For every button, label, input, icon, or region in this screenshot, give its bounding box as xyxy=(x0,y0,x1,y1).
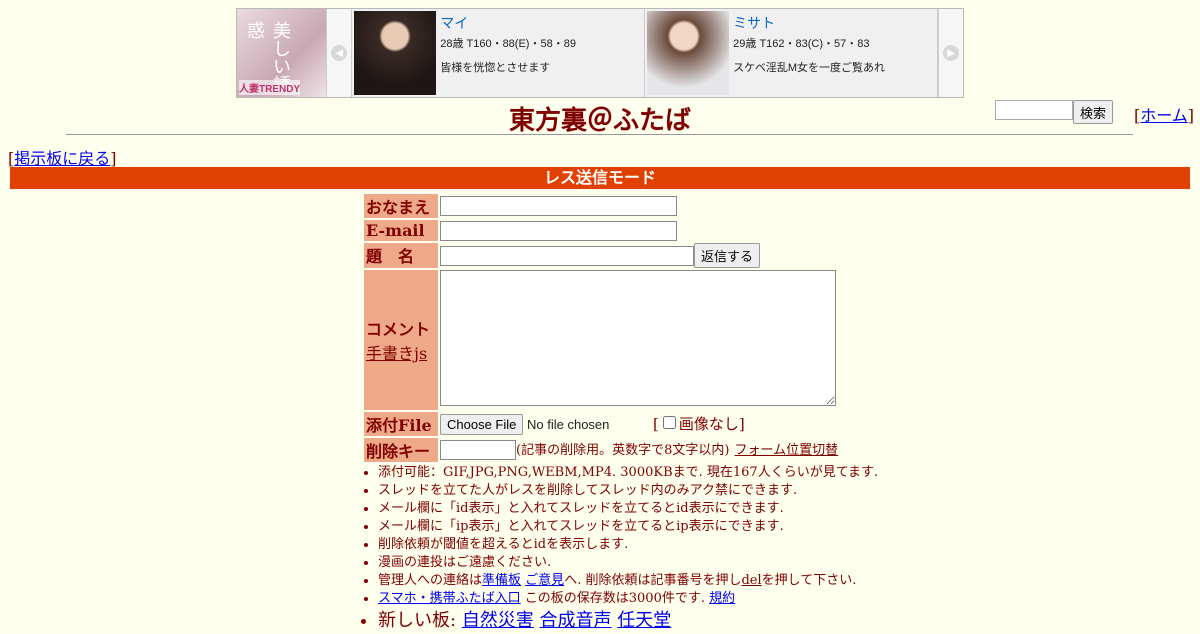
ad-card-stats: 28歳 T160・88(E)・58・89 xyxy=(440,38,576,50)
submit-button[interactable]: 返信する xyxy=(694,242,761,268)
ad-banner-brand: 人妻TRENDY xyxy=(239,80,301,95)
ad-strip: 美しい誘惑 人妻TRENDY ◀ マイ 28歳 T160・88(E)・58・89… xyxy=(236,8,964,98)
email-input[interactable] xyxy=(440,220,677,241)
list-item: スレッドを立てた人がレスを削除してスレッド内のみアク禁にできます. xyxy=(378,482,878,500)
ad-card-name: マイ xyxy=(440,15,469,31)
delkey-label: 削除キー xyxy=(364,437,438,462)
delkey-input[interactable] xyxy=(440,439,516,460)
chevron-right-icon: ▶ xyxy=(943,45,960,61)
board-link-gouseionsei[interactable]: 合成音声 xyxy=(540,610,612,631)
rules-list: 添付可能：GIF,JPG,PNG,WEBM,MP4. 3000KBまで. 現在1… xyxy=(360,464,878,634)
choose-file-button[interactable]: Choose File xyxy=(440,413,524,435)
tegaki-link[interactable]: 手書きjs xyxy=(366,344,427,363)
list-item: メール欄に「id表示」と入れてスレッドを立てるとid表示にできます. xyxy=(378,500,878,518)
ad-card-name: ミサト xyxy=(733,15,776,31)
name-input[interactable] xyxy=(440,196,677,217)
chevron-left-icon: ◀ xyxy=(331,45,348,61)
ad-next-button[interactable]: ▶ xyxy=(938,9,963,97)
ad-prev-button[interactable]: ◀ xyxy=(326,9,353,97)
back-nav: [掲示板に戻る] xyxy=(8,149,117,168)
page-title: 東方裏＠ふたば xyxy=(508,106,691,136)
contact-text-post: を押して下さい. xyxy=(761,573,857,588)
form-position-link[interactable]: フォーム位置切替 xyxy=(735,443,839,458)
ad-photo xyxy=(647,11,730,95)
list-item: 漫画の連投はご遠慮ください. xyxy=(378,554,878,572)
list-item: 削除依頼が閾値を超えるとidを表示します. xyxy=(378,536,878,554)
comment-label-cell: コメント 手書きjs xyxy=(364,269,438,410)
file-status: No file chosen xyxy=(527,416,610,432)
junbi-board-link[interactable]: 準備板 xyxy=(482,573,521,588)
list-item: スマホ・携帯ふたば入口 この板の保存数は3000件です. 規約 xyxy=(378,590,878,608)
subject-label: 題 名 xyxy=(364,242,438,268)
ad-card[interactable]: ミサト 29歳 T162・83(C)・57・83 スケベ淫乱M女を一度ご覧あれ xyxy=(645,9,939,97)
new-boards-label: 新しい板: xyxy=(378,610,457,631)
contact-text: 管理人への連絡は xyxy=(378,573,483,588)
comment-label: コメント xyxy=(366,319,431,339)
storage-note: この板の保存数は3000件です. xyxy=(520,591,705,606)
opinion-link[interactable]: ご意見 xyxy=(525,573,564,588)
board-link-shizensaigai[interactable]: 自然災害 xyxy=(462,610,534,631)
mode-banner: レス送信モード xyxy=(10,167,1190,189)
subject-input[interactable] xyxy=(440,246,694,266)
ad-card-desc: スケベ淫乱M女を一度ご覧あれ xyxy=(733,62,886,74)
email-label: E-mail xyxy=(364,220,438,241)
ad-photo xyxy=(354,11,437,95)
file-label: 添付File xyxy=(364,411,438,436)
comment-textarea[interactable] xyxy=(440,269,836,406)
post-form: おなまえ E-mail 題 名 返信する コメント 手書きjs 添付File C… xyxy=(362,192,840,464)
ad-card[interactable]: マイ 28歳 T160・88(E)・58・89 皆様を恍惚とさせます xyxy=(352,9,646,97)
noimage-checkbox[interactable] xyxy=(662,415,676,429)
divider xyxy=(66,134,1133,135)
kiyaku-link[interactable]: 規約 xyxy=(709,591,735,606)
ad-banner[interactable]: 美しい誘惑 人妻TRENDY xyxy=(237,9,327,97)
list-item: 新しい板: 自然災害 合成音声 任天堂 xyxy=(378,608,878,634)
del-link[interactable]: del xyxy=(741,573,761,588)
list-item: メール欄に「ip表示」と入れてスレッドを立てるとip表示にできます. xyxy=(378,518,878,536)
back-to-board-link[interactable]: 掲示板に戻る xyxy=(14,149,110,168)
list-item: 管理人への連絡は準備板 ご意見へ. 削除依頼は記事番号を押しdelを押して下さい… xyxy=(378,572,878,590)
list-item: 添付可能：GIF,JPG,PNG,WEBM,MP4. 3000KBまで. 現在1… xyxy=(378,464,878,482)
ad-card-stats: 29歳 T162・83(C)・57・83 xyxy=(733,38,870,50)
delkey-note: (記事の削除用。英数字で8文字以内) xyxy=(516,443,730,459)
contact-text-mid: へ. 削除依頼は記事番号を押し xyxy=(564,573,742,588)
ad-card-desc: 皆様を恍惚とさせます xyxy=(440,62,551,74)
noimage-label: 画像なし xyxy=(678,414,739,433)
name-label: おなまえ xyxy=(364,194,438,218)
board-link-nintendo[interactable]: 任天堂 xyxy=(617,610,671,631)
mobile-entry-link[interactable]: スマホ・携帯ふたば入口 xyxy=(378,591,521,606)
